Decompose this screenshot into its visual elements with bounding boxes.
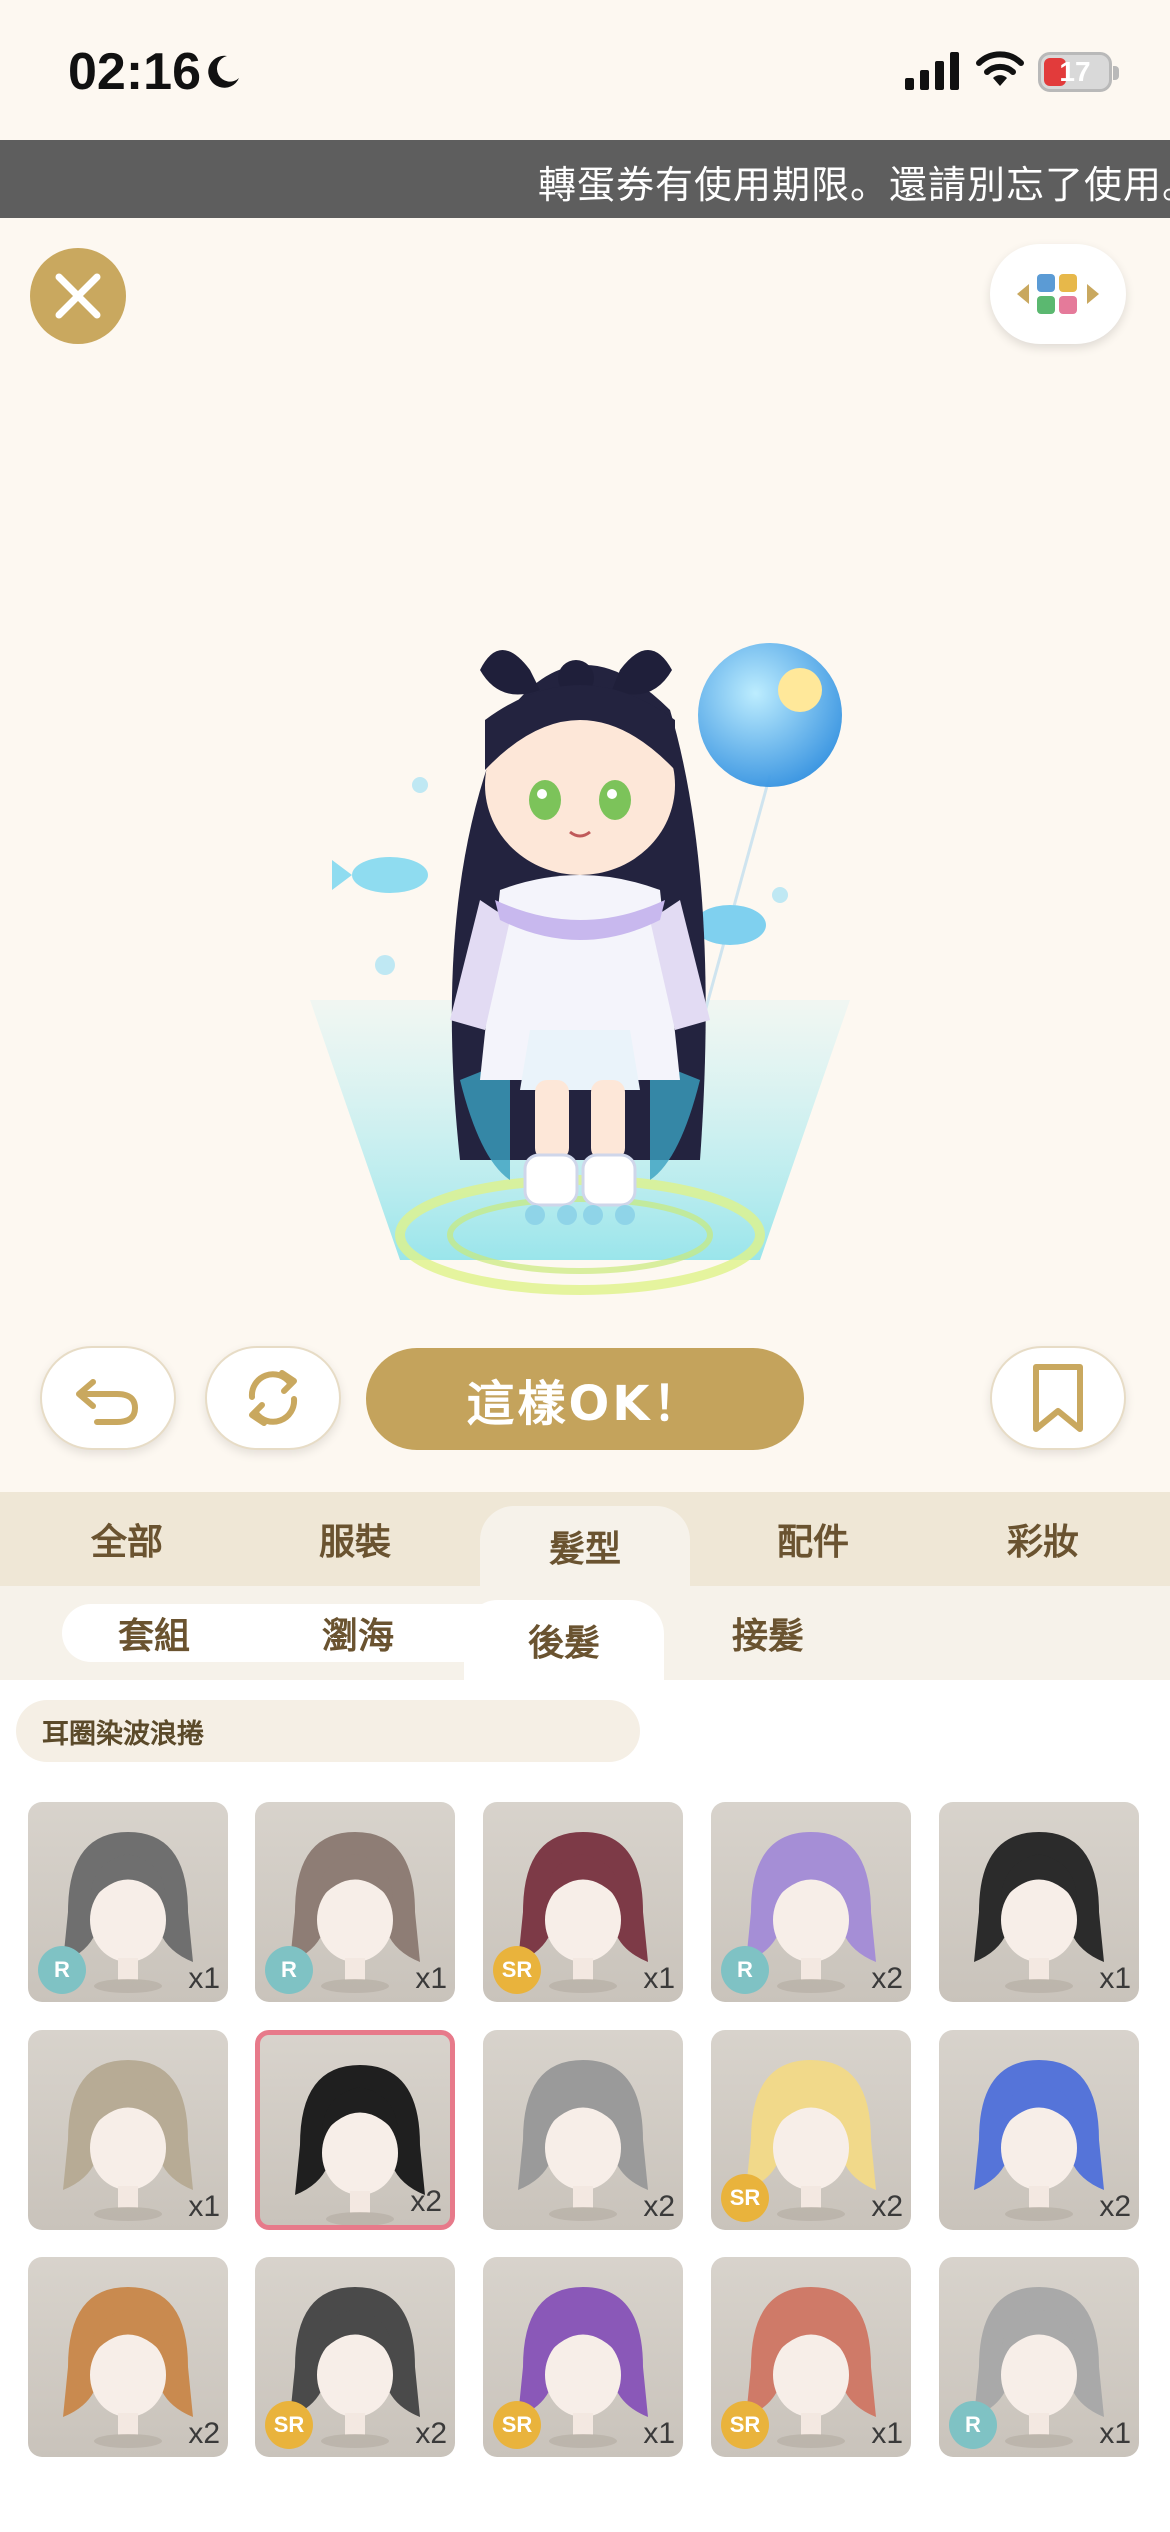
hair-item[interactable]: SR x2 bbox=[711, 2030, 911, 2230]
hair-item[interactable]: x1 bbox=[28, 2030, 228, 2230]
hair-item[interactable]: x1 bbox=[939, 1802, 1139, 2002]
tab-makeup[interactable]: 彩妝 bbox=[938, 1492, 1148, 1586]
item-quantity: x2 bbox=[415, 2417, 447, 2450]
rarity-badge: SR bbox=[265, 2401, 313, 2449]
layout-toggle-button[interactable] bbox=[990, 244, 1126, 344]
status-time: 02:16 bbox=[68, 43, 201, 101]
notice-banner-text: 轉蛋券有使用期限。還請別忘了使用。 bbox=[538, 163, 1170, 207]
avatar-preview bbox=[310, 643, 850, 1295]
status-bar: 02:16 17 bbox=[0, 0, 1170, 140]
item-panel: 耳圈染波浪捲 Rx1 Rx1 SR x1 Rx2 x1 x1 x2 x2 SR x2 x2 x2 SR x2… bbox=[0, 1680, 1170, 2532]
item-quantity: x1 bbox=[1099, 2417, 1131, 2450]
item-quantity: x1 bbox=[188, 2190, 220, 2223]
hair-item[interactable]: x2 bbox=[255, 2030, 455, 2230]
item-quantity: x1 bbox=[643, 2417, 675, 2450]
rarity-badge: R bbox=[265, 1946, 313, 1994]
close-icon bbox=[55, 273, 101, 319]
tab-hairstyle[interactable]: 髮型 bbox=[480, 1506, 690, 1586]
hair-item[interactable]: x2 bbox=[939, 2030, 1139, 2230]
hair-item[interactable]: Rx2 bbox=[711, 1802, 911, 2002]
grid-arrows-icon bbox=[1017, 274, 1099, 314]
hair-item[interactable]: x2 bbox=[28, 2257, 228, 2457]
notice-banner: 轉蛋券有使用期限。還請別忘了使用。 bbox=[0, 140, 1170, 218]
item-quantity: x1 bbox=[871, 2417, 903, 2450]
item-quantity: x2 bbox=[871, 1962, 903, 1995]
subtab-back-hair[interactable]: 後髮 bbox=[464, 1600, 664, 1680]
tab-accessories[interactable]: 配件 bbox=[708, 1492, 918, 1586]
undo-button[interactable] bbox=[40, 1346, 176, 1450]
subtab-extensions[interactable]: 接髮 bbox=[668, 1586, 868, 1680]
subcategory-tabs: 套組 瀏海 後髮 接髮 bbox=[0, 1586, 1170, 1680]
rarity-badge: SR bbox=[493, 2401, 541, 2449]
item-quantity: x1 bbox=[415, 1962, 447, 1995]
hair-item[interactable]: SR x1 bbox=[711, 2257, 911, 2457]
rarity-badge: R bbox=[949, 2401, 997, 2449]
subtab-set[interactable]: 套組 bbox=[54, 1586, 254, 1680]
tab-clothing[interactable]: 服裝 bbox=[250, 1492, 460, 1586]
battery-level: 17 bbox=[1059, 56, 1091, 87]
item-quantity: x1 bbox=[643, 1962, 675, 1995]
refresh-icon bbox=[248, 1370, 298, 1426]
confirm-ok-button[interactable]: 這樣OK！ bbox=[366, 1348, 804, 1450]
close-button[interactable] bbox=[30, 248, 126, 344]
item-quantity: x2 bbox=[1099, 2190, 1131, 2223]
wifi-icon bbox=[976, 51, 1024, 86]
bookmark-button[interactable] bbox=[990, 1346, 1126, 1450]
tab-all[interactable]: 全部 bbox=[22, 1492, 232, 1586]
hair-item[interactable]: SR x1 bbox=[483, 2257, 683, 2457]
signal-icon bbox=[905, 52, 959, 90]
undo-icon bbox=[76, 1379, 139, 1425]
hair-item[interactable]: SR x1 bbox=[483, 1802, 683, 2002]
category-tabs: 全部 服裝 髮型 配件 彩妝 bbox=[0, 1492, 1170, 1586]
bookmark-icon bbox=[1033, 1364, 1083, 1432]
item-quantity: x2 bbox=[188, 2417, 220, 2450]
rarity-badge: R bbox=[721, 1946, 769, 1994]
randomize-button[interactable] bbox=[205, 1346, 341, 1450]
item-quantity: x2 bbox=[410, 2185, 442, 2218]
item-quantity: x2 bbox=[643, 2190, 675, 2223]
item-quantity: x1 bbox=[1099, 1962, 1131, 1995]
item-quantity: x1 bbox=[188, 1962, 220, 1995]
subtab-bangs[interactable]: 瀏海 bbox=[258, 1586, 458, 1680]
rarity-badge: SR bbox=[721, 2174, 769, 2222]
filter-chip[interactable]: 耳圈染波浪捲 bbox=[16, 1700, 640, 1762]
hair-item[interactable]: SR x2 bbox=[255, 2257, 455, 2457]
rarity-badge: SR bbox=[721, 2401, 769, 2449]
battery-indicator: 17 bbox=[1038, 52, 1119, 92]
rarity-badge: R bbox=[38, 1946, 86, 1994]
hair-item[interactable]: x2 bbox=[483, 2030, 683, 2230]
hair-item[interactable]: Rx1 bbox=[28, 1802, 228, 2002]
hair-item[interactable]: Rx1 bbox=[939, 2257, 1139, 2457]
item-quantity: x2 bbox=[871, 2190, 903, 2223]
rarity-badge: SR bbox=[493, 1946, 541, 1994]
moon-icon bbox=[208, 55, 239, 88]
hair-item[interactable]: Rx1 bbox=[255, 1802, 455, 2002]
